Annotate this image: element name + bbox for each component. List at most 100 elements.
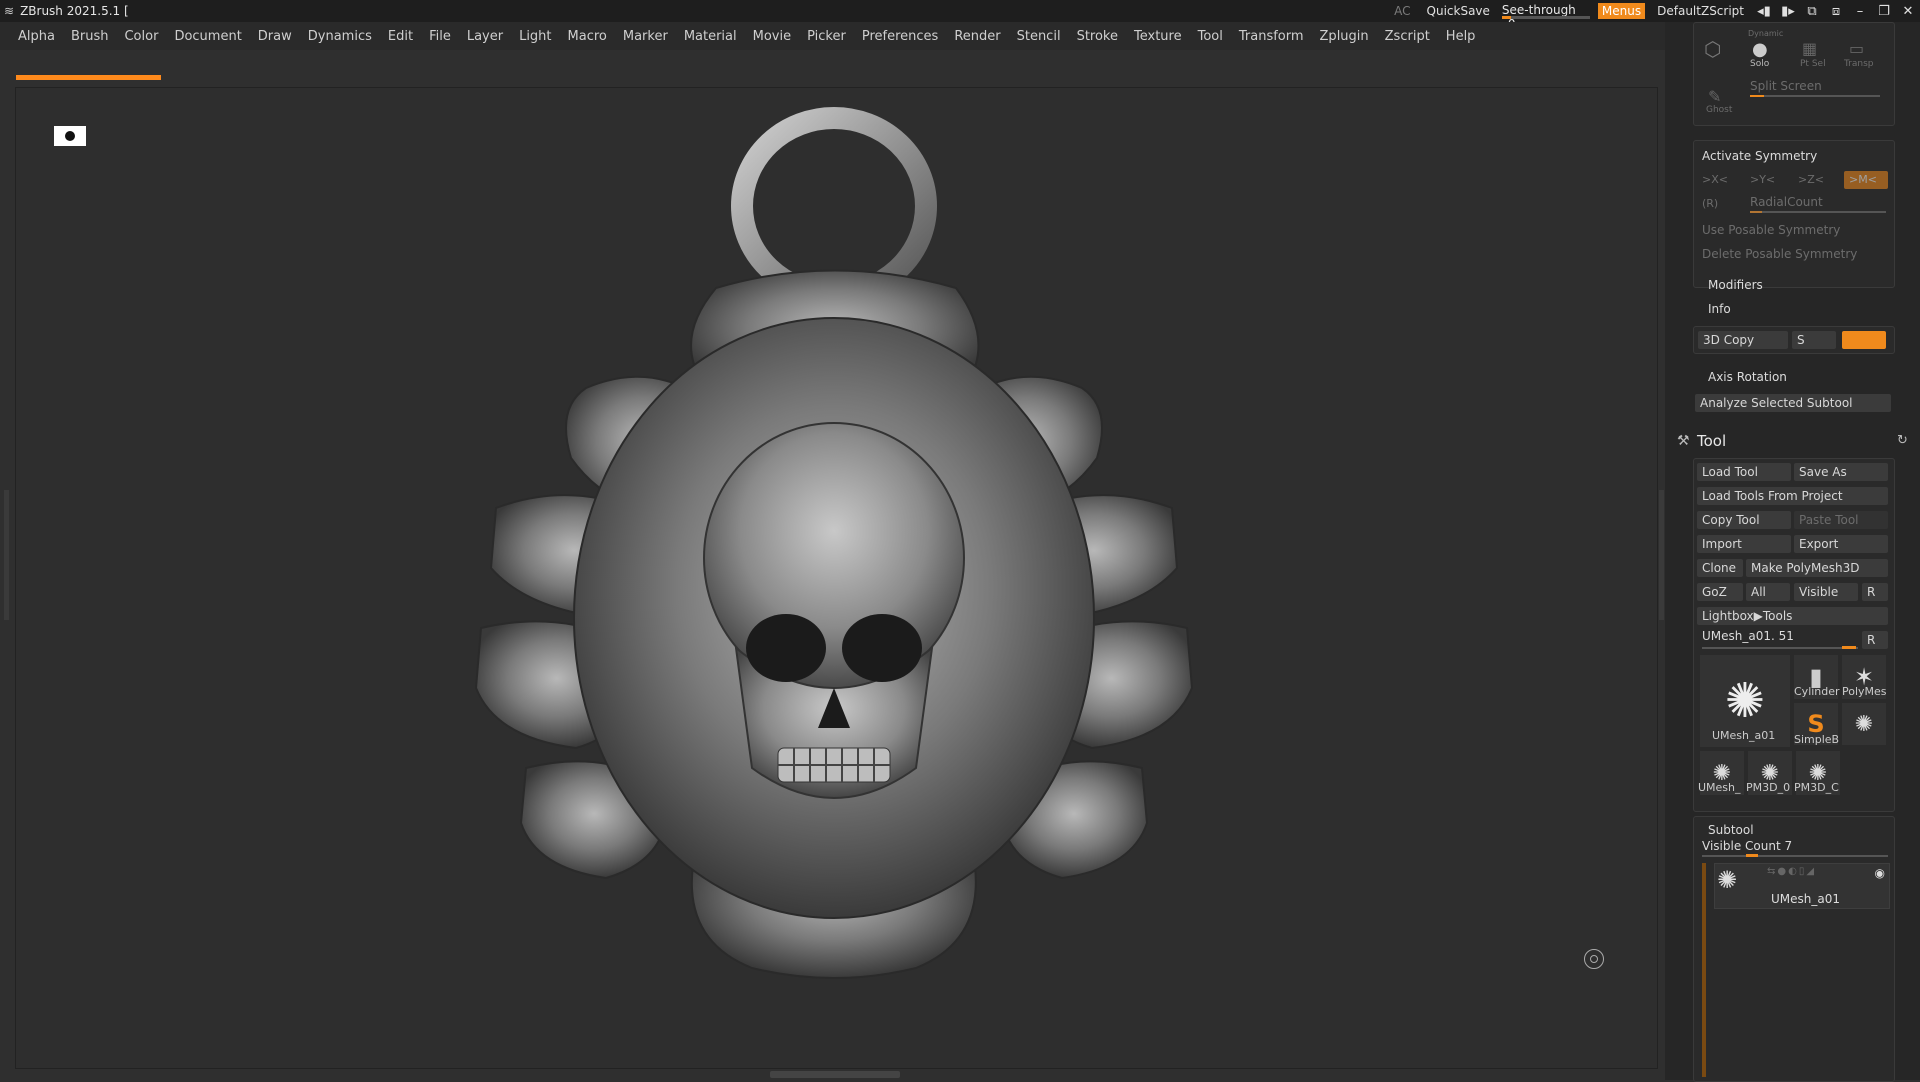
menu-dynamics[interactable]: Dynamics bbox=[300, 29, 380, 44]
sym-y-button[interactable]: >Y< bbox=[1750, 173, 1775, 186]
menu-macro[interactable]: Macro bbox=[560, 29, 615, 44]
menu-picker[interactable]: Picker bbox=[799, 29, 854, 44]
goz-all-button[interactable]: All bbox=[1746, 583, 1790, 601]
tool-hammer-icon: ⚒ bbox=[1677, 433, 1690, 449]
canvas-viewport[interactable] bbox=[15, 87, 1658, 1069]
help-window-icon[interactable]: ⧈ bbox=[1824, 4, 1848, 19]
visible-count-fill bbox=[1746, 854, 1758, 857]
menu-material[interactable]: Material bbox=[676, 29, 745, 44]
menu-preferences[interactable]: Preferences bbox=[854, 29, 946, 44]
activate-symmetry-button[interactable]: Activate Symmetry bbox=[1702, 149, 1817, 163]
visible-count-slider[interactable] bbox=[1702, 855, 1888, 857]
focus-target-icon[interactable] bbox=[1584, 949, 1604, 969]
goz-r-button[interactable]: R bbox=[1862, 583, 1888, 601]
perspective-cube-icon[interactable]: ⬡ bbox=[1704, 37, 1721, 61]
menu-zplugin[interactable]: Zplugin bbox=[1312, 29, 1377, 44]
see-through-slider[interactable]: See-through 0 bbox=[1498, 3, 1594, 31]
bottom-shelf-handle[interactable] bbox=[770, 1071, 900, 1078]
radial-count-label[interactable]: RadialCount bbox=[1750, 195, 1823, 209]
info-section[interactable]: Info bbox=[1708, 302, 1731, 316]
tool-thumb-pendant-small[interactable]: ✺ bbox=[1842, 703, 1886, 745]
current-tool-fill bbox=[1842, 646, 1856, 649]
ui-layout-left-icon[interactable]: ◂▮ bbox=[1752, 4, 1776, 19]
subtool-scrollbar[interactable] bbox=[1702, 863, 1706, 1077]
menu-alpha[interactable]: Alpha bbox=[10, 29, 63, 44]
menu-stencil[interactable]: Stencil bbox=[1009, 29, 1069, 44]
menu-help[interactable]: Help bbox=[1438, 29, 1484, 44]
s-button[interactable]: S bbox=[1792, 331, 1836, 349]
menu-edit[interactable]: Edit bbox=[380, 29, 421, 44]
minimize-icon[interactable]: – bbox=[1848, 4, 1872, 19]
transp-icon[interactable]: ▭ bbox=[1849, 39, 1864, 58]
solo-icon[interactable]: ● bbox=[1752, 39, 1768, 60]
radial-count-fill bbox=[1750, 211, 1762, 213]
menu-draw[interactable]: Draw bbox=[250, 29, 300, 44]
subtool-visibility-eye-icon[interactable]: ◉ bbox=[1875, 866, 1885, 880]
visible-count-label[interactable]: Visible Count 7 bbox=[1702, 839, 1792, 853]
paste-tool-button[interactable]: Paste Tool bbox=[1794, 511, 1888, 529]
menu-document[interactable]: Document bbox=[166, 29, 249, 44]
maximize-icon[interactable]: ❐ bbox=[1872, 4, 1896, 19]
title-bar: ≋ ZBrush 2021.5.1 [ AC QuickSave See-thr… bbox=[0, 0, 1920, 31]
current-tool-slider-label[interactable]: UMesh_a01. 51 bbox=[1702, 629, 1794, 643]
ui-layout-right-icon[interactable]: ▮▸ bbox=[1776, 4, 1800, 19]
menu-layer[interactable]: Layer bbox=[459, 29, 511, 44]
load-tools-from-project-button[interactable]: Load Tools From Project bbox=[1697, 487, 1888, 505]
ghost-icon[interactable]: ✎ bbox=[1708, 87, 1721, 106]
radial-r-button[interactable]: (R) bbox=[1702, 197, 1718, 210]
info-slider-field[interactable] bbox=[1842, 331, 1886, 349]
sym-m-button[interactable]: >M< bbox=[1844, 171, 1888, 189]
modifiers-section[interactable]: Modifiers bbox=[1708, 278, 1763, 292]
subtool-toggle-icons[interactable]: ⇆●◐▯◢ bbox=[1767, 866, 1816, 877]
menu-movie[interactable]: Movie bbox=[745, 29, 799, 44]
goz-button[interactable]: GoZ bbox=[1697, 583, 1743, 601]
menu-file[interactable]: File bbox=[421, 29, 459, 44]
ptsel-icon[interactable]: ▦ bbox=[1802, 39, 1817, 58]
goz-visible-button[interactable]: Visible bbox=[1794, 583, 1858, 601]
menu-brush[interactable]: Brush bbox=[63, 29, 117, 44]
layout-switch-icon[interactable]: ⧉ bbox=[1800, 4, 1824, 19]
sym-x-button[interactable]: >X< bbox=[1702, 173, 1728, 186]
menu-transform[interactable]: Transform bbox=[1231, 29, 1312, 44]
menu-texture[interactable]: Texture bbox=[1126, 29, 1190, 44]
menu-light[interactable]: Light bbox=[511, 29, 559, 44]
import-button[interactable]: Import bbox=[1697, 535, 1791, 553]
menu-render[interactable]: Render bbox=[946, 29, 1008, 44]
save-as-button[interactable]: Save As bbox=[1794, 463, 1888, 481]
current-tool-slider[interactable] bbox=[1702, 647, 1858, 649]
ac-button[interactable]: AC bbox=[1386, 4, 1418, 18]
tool-refresh-icon[interactable]: ↻ bbox=[1897, 433, 1908, 448]
copy3d-block: 3D Copy S bbox=[1693, 326, 1895, 354]
load-tool-button[interactable]: Load Tool bbox=[1697, 463, 1791, 481]
tool-palette-header[interactable]: ⚒ Tool ↻ bbox=[1675, 432, 1910, 454]
delete-posable-symmetry-button[interactable]: Delete Posable Symmetry bbox=[1702, 247, 1857, 261]
right-tray-handle[interactable] bbox=[1659, 490, 1664, 620]
make-polymesh-button[interactable]: Make PolyMesh3D bbox=[1746, 559, 1888, 577]
menu-color[interactable]: Color bbox=[116, 29, 166, 44]
subtool-item[interactable]: ✺ ◉ ⇆●◐▯◢ UMesh_a01 bbox=[1714, 863, 1890, 909]
sym-z-button[interactable]: >Z< bbox=[1798, 173, 1824, 186]
menu-marker[interactable]: Marker bbox=[615, 29, 676, 44]
quicksave-button[interactable]: QuickSave bbox=[1419, 4, 1498, 18]
clone-button[interactable]: Clone bbox=[1697, 559, 1743, 577]
see-through-track bbox=[1501, 16, 1590, 19]
analyze-subtool-button[interactable]: Analyze Selected Subtool bbox=[1695, 394, 1891, 412]
copy3d-button[interactable]: 3D Copy bbox=[1698, 331, 1788, 349]
menu-stroke[interactable]: Stroke bbox=[1069, 29, 1126, 44]
close-icon[interactable]: ✕ bbox=[1896, 4, 1920, 19]
split-screen-label[interactable]: Split Screen bbox=[1750, 79, 1822, 93]
use-posable-symmetry-button[interactable]: Use Posable Symmetry bbox=[1702, 223, 1840, 237]
left-tray-handle[interactable] bbox=[4, 490, 9, 620]
split-screen-slider[interactable] bbox=[1750, 95, 1880, 97]
lightbox-tools-button[interactable]: Lightbox▶Tools bbox=[1697, 607, 1888, 625]
menus-toggle[interactable]: Menus bbox=[1597, 3, 1646, 19]
default-zscript-button[interactable]: DefaultZScript bbox=[1649, 4, 1752, 18]
menu-tool[interactable]: Tool bbox=[1190, 29, 1231, 44]
current-tool-r-button[interactable]: R bbox=[1862, 631, 1888, 649]
copy-tool-button[interactable]: Copy Tool bbox=[1697, 511, 1791, 529]
axis-rotation-section[interactable]: Axis Rotation bbox=[1708, 370, 1787, 384]
menu-zscript[interactable]: Zscript bbox=[1377, 29, 1438, 44]
radial-count-slider[interactable] bbox=[1750, 211, 1886, 213]
subtool-section-title[interactable]: Subtool bbox=[1708, 823, 1754, 837]
export-button[interactable]: Export bbox=[1794, 535, 1888, 553]
